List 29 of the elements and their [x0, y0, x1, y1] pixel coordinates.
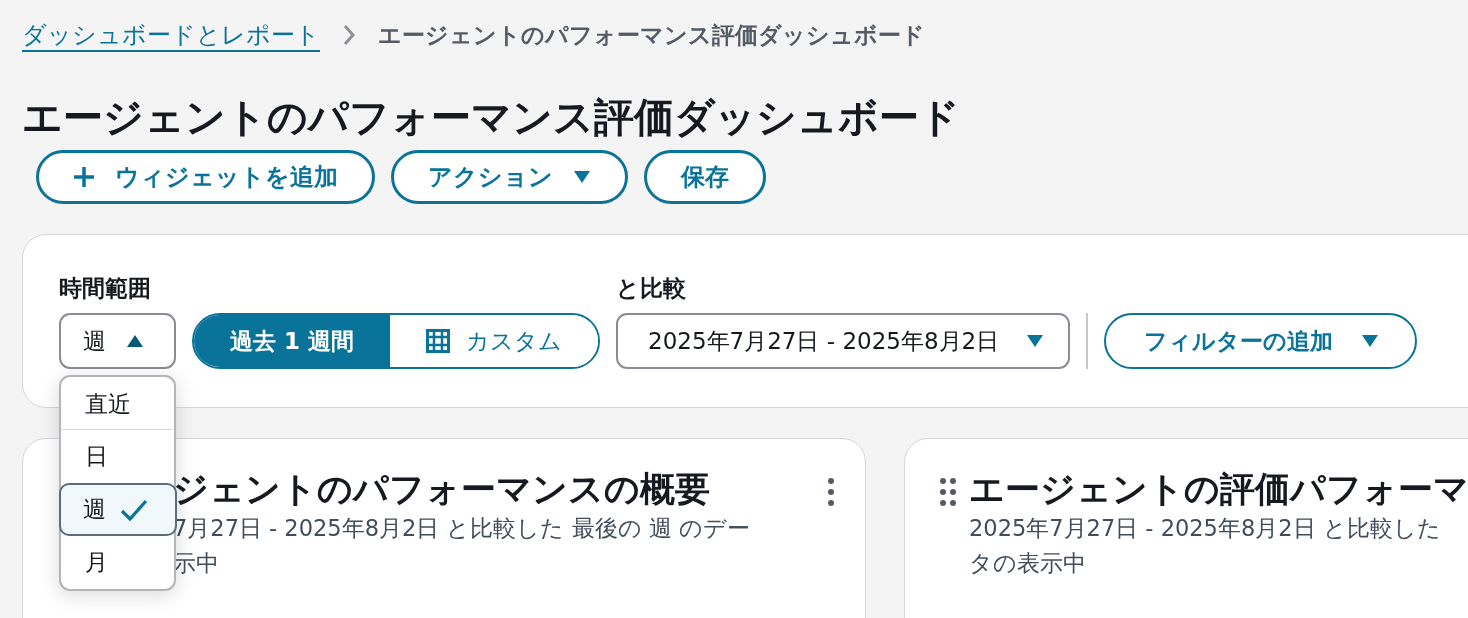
date-range-select[interactable]: 2025年7月27日 - 2025年8月2日 — [616, 313, 1071, 369]
widget-description: タの表示中 — [969, 549, 1087, 578]
action-button[interactable]: 保存 — [644, 150, 766, 204]
field-label: 時間範囲 — [59, 274, 152, 301]
drag-handle-icon[interactable] — [939, 477, 957, 507]
caret-down-icon — [573, 170, 591, 184]
menu-option[interactable]: 直近 — [61, 377, 174, 430]
time-range-select[interactable]: 週 — [59, 313, 176, 369]
menu-option[interactable]: 月 — [61, 536, 174, 589]
segment-tab[interactable]: 過去 1 週間 — [194, 315, 391, 367]
menu-option[interactable]: 日 — [61, 430, 174, 483]
add-filter-button[interactable]: フィルターの追加 — [1103, 313, 1417, 369]
caret-down-icon — [1360, 334, 1379, 348]
checkmark-icon — [119, 498, 148, 521]
field-label: と比較 — [616, 274, 688, 301]
breadcrumb-link[interactable]: ダッシュボードとレポート — [22, 19, 320, 51]
chevron-right-icon — [342, 24, 356, 46]
plus-icon — [73, 166, 95, 188]
widget-title: エージェントの評価パフォーマ — [969, 468, 1468, 511]
caret-down-icon — [1026, 334, 1045, 348]
widget-description: 2025年7月27日 - 2025年8月2日 と比較した — [969, 514, 1442, 543]
page-title: エージェントのパフォーマンス評価ダッシュボード — [22, 94, 961, 140]
caret-up-icon — [126, 334, 144, 348]
action-button[interactable]: アクション — [391, 150, 628, 204]
calendar-icon — [426, 329, 451, 353]
action-button[interactable]: ウィジェットを追加 — [36, 150, 375, 204]
breadcrumb-current: エージェントのパフォーマンス評価ダッシュボード — [378, 20, 925, 50]
menu-option[interactable]: 週 — [58, 483, 177, 536]
more-options-icon[interactable] — [827, 477, 835, 507]
